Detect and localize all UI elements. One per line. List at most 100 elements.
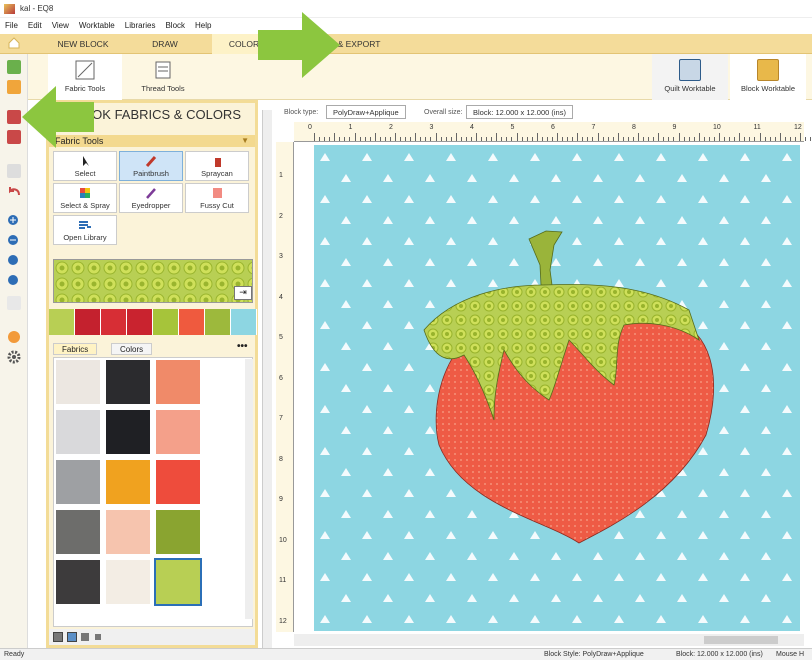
recent-fabric-4[interactable] [127, 309, 153, 335]
thread-tools-button[interactable]: Thread Tools [126, 54, 200, 100]
title-bar: kal - EQ8 [0, 0, 812, 18]
menu-worktable[interactable]: Worktable [74, 18, 120, 32]
ruler-tick [627, 137, 629, 141]
fabric-swatch[interactable] [156, 410, 200, 454]
more-options-icon[interactable]: ••• [237, 341, 248, 352]
status-block-size: Block: 12.000 x 12.000 (ins) [676, 651, 763, 658]
block-worktable-canvas[interactable] [314, 145, 800, 631]
size-large-toggle[interactable] [53, 632, 63, 642]
tab-new-block[interactable]: NEW BLOCK [46, 34, 120, 54]
eyedropper-tool[interactable]: Eyedropper [119, 183, 183, 213]
horizontal-scrollbar[interactable] [294, 634, 804, 646]
fabric-swatch[interactable] [106, 410, 150, 454]
tab-print-export[interactable]: & EXPORT [332, 34, 386, 54]
sketchbook-fabrics-panel: HBOOK FABRICS & COLORS Fabric Tools ▼ Se… [46, 100, 258, 648]
menu-block[interactable]: Block [160, 18, 190, 32]
recent-fabric-5[interactable] [153, 309, 179, 335]
ruler-tick [440, 137, 442, 141]
ruler-tick [810, 137, 811, 141]
select-spray-tool[interactable]: Select & Spray [53, 183, 117, 213]
panel-scrollbar[interactable] [262, 110, 272, 648]
fit-to-window-icon[interactable] [7, 254, 21, 268]
zoom-out-icon[interactable] [7, 234, 21, 248]
ruler-tick [465, 137, 467, 141]
fabric-swatch[interactable] [106, 360, 150, 404]
fabric-swatch[interactable] [156, 460, 200, 504]
quilt-worktable-button[interactable]: Quilt Worktable [652, 54, 728, 100]
help-icon[interactable] [7, 330, 21, 344]
ruler-tick [617, 133, 619, 141]
fabric-swatch[interactable] [106, 460, 150, 504]
ruler-tick [678, 133, 680, 141]
fabric-swatch[interactable] [56, 460, 100, 504]
size-medium-toggle[interactable] [67, 632, 77, 642]
spraycan-tool-label: Spraycan [201, 169, 233, 178]
horizontal-scroll-thumb[interactable] [704, 636, 778, 644]
tab-bar: NEW BLOCK DRAW COLOR & EXPORT [0, 34, 812, 54]
ruler-tick [643, 137, 644, 141]
select-tool[interactable]: Select [53, 151, 117, 181]
tab-colors[interactable]: Colors [111, 343, 153, 355]
left-ruler-number: 2 [279, 212, 283, 220]
home-icon[interactable] [8, 37, 20, 49]
pencil-icon[interactable] [7, 164, 21, 178]
paintbrush-tool[interactable]: Paintbrush [119, 151, 183, 181]
ruler-tick [638, 133, 639, 141]
fabric-swatch[interactable] [156, 510, 200, 554]
tab-fabrics[interactable]: Fabrics [53, 343, 98, 355]
fabric-swatch[interactable] [156, 360, 200, 404]
fabric-swatch[interactable] [56, 410, 100, 454]
recent-fabric-8[interactable] [231, 309, 257, 335]
fabric-swatch[interactable] [56, 510, 100, 554]
menu-help[interactable]: Help [190, 18, 216, 32]
block-type-value: PolyDraw+Applique [326, 105, 406, 119]
fabric-swatch[interactable] [56, 360, 100, 404]
size-tiny-toggle[interactable] [95, 634, 101, 640]
ruler-tick [693, 137, 695, 141]
ruler-tick [607, 137, 609, 141]
recent-fabric-3[interactable] [101, 309, 127, 335]
top-ruler-number: 10 [713, 124, 721, 131]
tab-draw[interactable]: DRAW [128, 34, 202, 54]
fabric-swatch[interactable] [106, 560, 150, 604]
block-worktable-button[interactable]: Block Worktable [730, 54, 806, 100]
ruler-tick [764, 137, 766, 141]
project-sketchbook-icon[interactable] [7, 130, 21, 144]
fussy-cut-tool[interactable]: Fussy Cut [185, 183, 249, 213]
measure-icon[interactable] [7, 296, 21, 310]
add-to-project-icon[interactable] [7, 110, 21, 124]
fabric-swatch[interactable] [56, 560, 100, 604]
undo-icon[interactable] [7, 184, 21, 198]
ruler-tick [663, 137, 664, 141]
recent-fabric-7[interactable] [205, 309, 231, 335]
ruler-tick [314, 133, 315, 141]
new-project-icon[interactable] [7, 60, 21, 74]
menu-libraries[interactable]: Libraries [120, 18, 161, 32]
recent-fabric-6[interactable] [179, 309, 205, 335]
spraycan-tool[interactable]: Spraycan [185, 151, 249, 181]
left-ruler-number: 6 [279, 374, 283, 382]
recent-fabric-1[interactable] [49, 309, 75, 335]
fabric-swatch-selected[interactable] [154, 558, 202, 606]
recent-fabrics-strip [49, 309, 257, 335]
open-library-tool[interactable]: Open Library [53, 215, 117, 245]
swatch-scrollbar[interactable] [245, 359, 253, 619]
zoom-in-icon[interactable] [7, 214, 21, 228]
settings-gear-icon[interactable] [7, 350, 21, 364]
fabric-swatch[interactable] [106, 510, 150, 554]
ruler-tick [369, 137, 371, 141]
open-project-icon[interactable] [7, 80, 21, 94]
menu-edit[interactable]: Edit [23, 18, 47, 32]
ruler-tick [567, 137, 568, 141]
refresh-icon[interactable] [7, 274, 21, 288]
size-small-toggle[interactable] [81, 633, 89, 641]
top-ruler-number: 11 [753, 124, 761, 131]
menu-view[interactable]: View [47, 18, 74, 32]
ruler-tick [774, 137, 776, 141]
collapse-chevron-icon[interactable]: ▼ [241, 136, 249, 145]
menu-file[interactable]: File [0, 18, 23, 32]
ruler-tick [749, 137, 750, 141]
add-fabric-icon[interactable]: ⇥ [234, 286, 252, 300]
recent-fabric-2[interactable] [75, 309, 101, 335]
ruler-tick [648, 137, 649, 141]
